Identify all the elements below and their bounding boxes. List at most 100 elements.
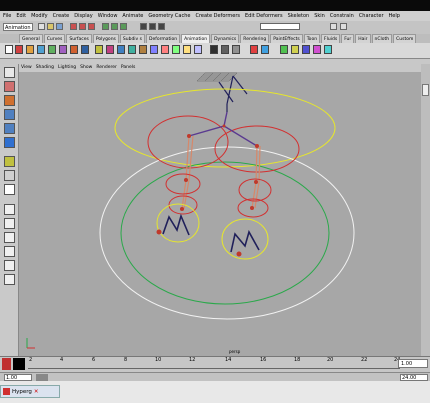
tab-toon[interactable]: Toon xyxy=(303,34,321,43)
panel-menu-panels[interactable]: Panels xyxy=(121,64,135,72)
tab-hair[interactable]: Hair xyxy=(355,34,371,43)
save-scene-icon[interactable] xyxy=(56,23,63,30)
tab-general[interactable]: General xyxy=(19,34,43,43)
panel-menu-renderer[interactable]: Renderer xyxy=(96,64,117,72)
render-settings-icon[interactable] xyxy=(158,23,165,30)
motion-path-icon[interactable] xyxy=(70,45,78,54)
scale-tool-icon[interactable] xyxy=(4,137,15,148)
bind-skin-icon[interactable] xyxy=(128,45,136,54)
tab-fluids[interactable]: Fluids xyxy=(321,34,341,43)
playblast-icon[interactable] xyxy=(81,45,89,54)
menu-constrain[interactable]: Constrain xyxy=(330,11,354,21)
joint-tool-icon[interactable] xyxy=(95,45,103,54)
current-frame-field[interactable]: 1.00 xyxy=(398,359,428,368)
render-icon[interactable] xyxy=(140,23,147,30)
ghost-icon[interactable] xyxy=(280,45,288,54)
open-scene-icon[interactable] xyxy=(47,23,54,30)
ik-handle-icon[interactable] xyxy=(106,45,114,54)
menu-skeleton[interactable]: Skeleton xyxy=(288,11,310,21)
pole-vector-icon[interactable] xyxy=(194,45,202,54)
select-hierarchy-icon[interactable] xyxy=(70,23,77,30)
hypershade-layout-icon[interactable] xyxy=(4,260,15,271)
shelf-menu-icon[interactable] xyxy=(5,45,13,54)
cluster-icon[interactable] xyxy=(221,45,229,54)
play-icon[interactable] xyxy=(250,45,258,54)
tab-custom[interactable]: Custom xyxy=(393,34,417,43)
range-end-field[interactable]: 24.00 xyxy=(400,374,428,381)
panel-menu-shading[interactable]: Shading xyxy=(36,64,54,72)
lasso-tool-icon[interactable] xyxy=(4,81,15,92)
tab-dynamics[interactable]: Dynamics xyxy=(211,34,240,43)
perspective-viewport[interactable]: persp xyxy=(19,72,421,356)
four-view-layout-icon[interactable] xyxy=(4,204,15,215)
set-breakdown-icon[interactable] xyxy=(26,45,34,54)
stop-icon[interactable] xyxy=(261,45,269,54)
last-tool-icon[interactable] xyxy=(4,170,15,181)
wire-deformer-icon[interactable] xyxy=(313,45,321,54)
blend-shape-icon[interactable] xyxy=(302,45,310,54)
foot-control-right[interactable] xyxy=(221,218,269,260)
menu-geometry-cache[interactable]: Geometry Cache xyxy=(148,11,190,21)
taskbar-hypergraph-item[interactable]: Hyperg ✕ xyxy=(0,385,60,398)
select-tool-icon[interactable] xyxy=(4,67,15,78)
menu-character[interactable]: Character xyxy=(359,11,384,21)
outliner-layout-icon[interactable] xyxy=(4,274,15,285)
menu-create[interactable]: Create xyxy=(53,11,70,21)
side-panel-toggle-icon[interactable] xyxy=(422,84,429,96)
tab-rendering[interactable]: Rendering xyxy=(240,34,270,43)
foot-bones-right[interactable] xyxy=(230,229,260,253)
world-control-white[interactable] xyxy=(99,146,355,320)
dope-sheet-icon[interactable] xyxy=(48,45,56,54)
tab-curves[interactable]: Curves xyxy=(43,34,66,43)
panel-menu-lighting[interactable]: Lighting xyxy=(58,64,76,72)
knee-control-left[interactable] xyxy=(165,173,201,195)
menu-edit[interactable]: Edit xyxy=(16,11,26,21)
ground-control-green[interactable] xyxy=(120,161,330,305)
channel-box-toggle-icon[interactable] xyxy=(330,23,337,30)
new-scene-icon[interactable] xyxy=(38,23,45,30)
rig-top-handle[interactable] xyxy=(218,75,248,112)
channel-box-collapsed[interactable] xyxy=(421,64,430,356)
tab-fur[interactable]: Fur xyxy=(341,34,355,43)
foot-control-left[interactable] xyxy=(156,203,200,243)
unghost-icon[interactable] xyxy=(291,45,299,54)
menu-create-deformers[interactable]: Create Deformers xyxy=(195,11,240,21)
single-view-layout-icon[interactable] xyxy=(4,184,15,195)
tab-ncloth[interactable]: nCloth xyxy=(371,34,393,43)
panel-menu-show[interactable]: Show xyxy=(80,64,92,72)
character-set-icon[interactable] xyxy=(210,45,218,54)
aim-constraint-icon[interactable] xyxy=(183,45,191,54)
range-slider-handle[interactable] xyxy=(36,374,48,381)
cog-control-yellow[interactable] xyxy=(114,88,336,168)
menu-skin[interactable]: Skin xyxy=(314,11,325,21)
menu-window[interactable]: Window xyxy=(98,11,118,21)
current-time-marker[interactable] xyxy=(13,358,25,370)
joints[interactable] xyxy=(156,124,260,257)
parent-constraint-icon[interactable] xyxy=(172,45,180,54)
rotate-tool-icon[interactable] xyxy=(4,123,15,134)
snap-grid-icon[interactable] xyxy=(102,23,109,30)
foot-bones-left[interactable] xyxy=(162,213,190,236)
sculpt-deformer-icon[interactable] xyxy=(324,45,332,54)
tab-polygons[interactable]: Polygons xyxy=(92,34,119,43)
orient-constraint-icon[interactable] xyxy=(161,45,169,54)
quick-select-field[interactable] xyxy=(260,23,300,30)
tab-painteffects[interactable]: PaintEffects xyxy=(270,34,303,43)
lattice-icon[interactable] xyxy=(232,45,240,54)
persp-graph-layout-icon[interactable] xyxy=(4,246,15,257)
two-view-layout-icon[interactable] xyxy=(4,218,15,229)
persp-outliner-layout-icon[interactable] xyxy=(4,232,15,243)
menu-file[interactable]: File xyxy=(3,11,11,21)
tab-animation[interactable]: Animation xyxy=(181,34,211,43)
set-key-icon[interactable] xyxy=(15,45,23,54)
snap-point-icon[interactable] xyxy=(120,23,127,30)
attribute-editor-toggle-icon[interactable] xyxy=(340,23,347,30)
close-icon[interactable]: ✕ xyxy=(34,389,39,395)
tab-deformation[interactable]: Deformation xyxy=(146,34,181,43)
menu-display[interactable]: Display xyxy=(74,11,92,21)
ipr-render-icon[interactable] xyxy=(149,23,156,30)
select-component-icon[interactable] xyxy=(88,23,95,30)
paint-select-tool-icon[interactable] xyxy=(4,95,15,106)
manipulator-tool-icon[interactable] xyxy=(4,156,15,167)
ik-spline-icon[interactable] xyxy=(117,45,125,54)
